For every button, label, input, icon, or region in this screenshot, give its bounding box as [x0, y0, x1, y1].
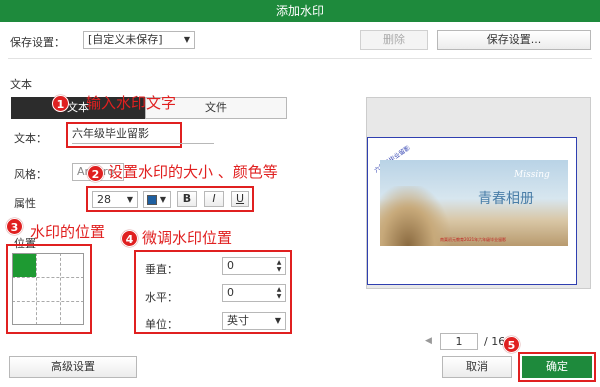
- chevron-down-icon: ▼: [274, 316, 281, 325]
- chevron-down-icon: ▼: [126, 195, 133, 204]
- page-total: / 16: [484, 335, 506, 348]
- window-title: 添加水印: [0, 0, 600, 22]
- save-settings-select[interactable]: [自定义未保存] ▼: [83, 31, 195, 49]
- grid-border: [12, 253, 84, 325]
- horizontal-value: 0: [227, 286, 234, 299]
- divider: [8, 58, 592, 59]
- unit-select[interactable]: 英寸 ▼: [222, 312, 286, 330]
- step-badge-1: 1: [52, 95, 69, 112]
- spin-arrows-icon[interactable]: ▲ ▼: [274, 259, 284, 273]
- step-badge-2: 2: [87, 165, 104, 182]
- bold-button[interactable]: B: [177, 191, 197, 207]
- annotation-3: 水印的位置: [30, 223, 106, 241]
- font-size-select[interactable]: 28 ▼: [92, 191, 138, 208]
- annotation-4: 微调水印位置: [142, 229, 233, 247]
- horizontal-label: 水平：: [145, 291, 178, 304]
- text-input[interactable]: 六年级毕业留影: [72, 126, 214, 144]
- save-settings-label: 保存设置：: [10, 36, 65, 49]
- preview-banner-script: Missing: [514, 170, 550, 180]
- font-size-value: 28: [97, 193, 111, 206]
- attr-label: 属性: [14, 197, 36, 210]
- chevron-down-icon: ▼: [159, 195, 166, 204]
- vertical-label: 垂直：: [145, 263, 178, 276]
- step-badge-3: 3: [6, 218, 23, 235]
- cancel-button[interactable]: 取消: [442, 356, 512, 378]
- preview-banner-footer: 南栗初元教育2021年六年级毕业留影: [440, 237, 507, 242]
- vertical-spinner[interactable]: 0 ▲ ▼: [222, 257, 286, 275]
- page-input[interactable]: 1: [440, 333, 478, 350]
- preview-banner-title: 青春相册: [478, 191, 534, 207]
- prev-page-icon[interactable]: ◀: [425, 336, 432, 346]
- unit-label: 单位：: [145, 318, 178, 331]
- italic-button[interactable]: I: [204, 191, 224, 207]
- annotation-1: 输入水印文字: [86, 94, 177, 112]
- color-picker[interactable]: ▼: [143, 191, 171, 208]
- vertical-value: 0: [227, 259, 234, 272]
- horizontal-spinner[interactable]: 0 ▲ ▼: [222, 284, 286, 302]
- text-section-header: 文本: [10, 78, 32, 91]
- unit-value: 英寸: [227, 314, 249, 327]
- ok-button[interactable]: 确定: [522, 356, 592, 378]
- save-settings-button[interactable]: 保存设置...: [437, 30, 591, 50]
- annotation-2: 设置水印的大小 、颜色等: [108, 163, 278, 181]
- chevron-down-icon: ▼: [183, 35, 190, 44]
- position-grid[interactable]: [12, 253, 84, 325]
- save-settings-value: [自定义未保存]: [88, 33, 163, 46]
- spin-arrows-icon[interactable]: ▲ ▼: [274, 286, 284, 300]
- color-swatch: [147, 195, 157, 205]
- step-badge-5: 5: [503, 336, 520, 353]
- advanced-settings-button[interactable]: 高级设置: [9, 356, 137, 378]
- step-badge-4: 4: [121, 230, 138, 247]
- underline-button[interactable]: U: [231, 191, 249, 207]
- preview-banner-image: 青春相册 Missing 南栗初元教育2021年六年级毕业留影: [380, 160, 568, 246]
- delete-button[interactable]: 删除: [360, 30, 428, 50]
- text-label: 文本：: [14, 132, 47, 145]
- style-label: 风格：: [14, 168, 47, 181]
